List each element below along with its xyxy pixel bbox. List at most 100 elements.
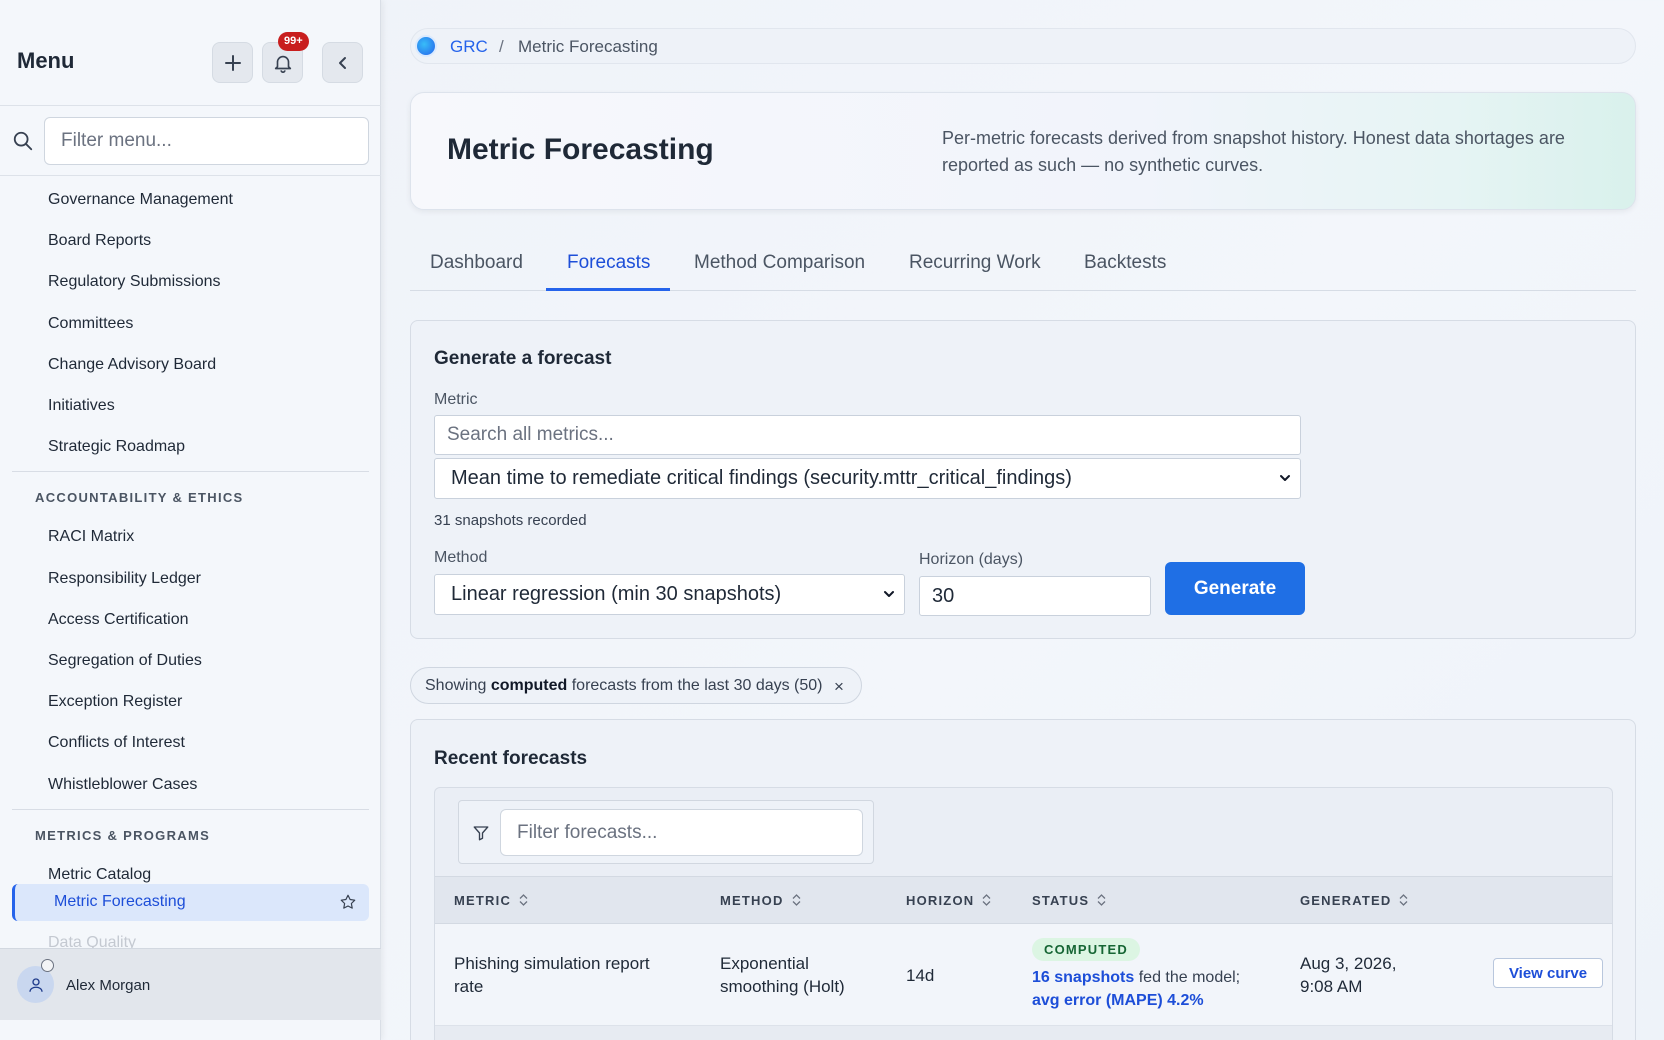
tab-forecasts[interactable]: Forecasts (567, 252, 650, 274)
sidebar-item-strategic-roadmap[interactable]: Strategic Roadmap (48, 438, 185, 456)
forecasts-table: METRIC METHOD HORIZON STATUS GENERATED P… (434, 787, 1613, 1040)
generate-forecast-title: Generate a forecast (434, 348, 612, 369)
tab-dashboard[interactable]: Dashboard (430, 252, 523, 274)
filter-menu-input[interactable] (44, 117, 369, 165)
active-tab-indicator (546, 288, 670, 291)
snapshot-count: 31 snapshots recorded (434, 512, 587, 529)
page-title: Metric Forecasting (447, 133, 714, 166)
sidebar-item-exception-register[interactable]: Exception Register (48, 693, 182, 711)
sidebar-item-regulatory-submissions[interactable]: Regulatory Submissions (48, 273, 221, 291)
sidebar-item-conflicts-of-interest[interactable]: Conflicts of Interest (48, 734, 185, 752)
sort-icon (519, 894, 528, 906)
sidebar-header: Menu 99+ (0, 0, 381, 106)
sidebar-item-metric-catalog[interactable]: Metric Catalog (48, 866, 151, 884)
page-description: Per-metric forecasts derived from snapsh… (942, 128, 1565, 175)
sort-icon (982, 894, 991, 906)
user-icon (28, 977, 43, 992)
plus-icon (224, 54, 241, 71)
sidebar-item-whistleblower-cases[interactable]: Whistleblower Cases (48, 776, 197, 794)
sidebar-item-metric-forecasting[interactable]: Metric Forecasting (12, 884, 369, 921)
collapse-sidebar-button[interactable] (322, 42, 363, 83)
metric-select-value: Mean time to remediate critical findings… (451, 467, 1072, 489)
column-header-status[interactable]: STATUS (1032, 893, 1106, 908)
filter-chip-text: Showing computed forecasts from the last… (425, 677, 823, 694)
filter-chip: Showing computed forecasts from the last… (410, 667, 862, 704)
method-select-value: Linear regression (min 30 snapshots) (451, 583, 782, 605)
sidebar-item-committees[interactable]: Committees (48, 315, 133, 333)
table-header: METRIC METHOD HORIZON STATUS GENERATED (435, 876, 1612, 924)
horizon-label: Horizon (days) (919, 551, 1024, 568)
sidebar-item-label: Metric Forecasting (54, 893, 186, 910)
gear-icon (41, 959, 54, 972)
chevron-left-icon (338, 56, 346, 69)
sidebar-item-segregation-of-duties[interactable]: Segregation of Duties (48, 652, 202, 670)
sidebar-divider (12, 471, 369, 473)
add-button[interactable] (212, 42, 253, 83)
cell-method: Exponential smoothing (Holt) (720, 954, 845, 996)
sort-icon (1400, 894, 1408, 906)
method-label: Method (434, 549, 488, 566)
filter-icon (473, 826, 489, 841)
sidebar-section-accountability-ethics: ACCOUNTABILITY & ETHICS (35, 490, 244, 506)
tab-recurring-work[interactable]: Recurring Work (909, 252, 1041, 274)
metric-select[interactable]: Mean time to remediate critical findings… (434, 458, 1301, 499)
sidebar-title: Menu (17, 48, 75, 73)
sidebar-section-metrics-programs: METRICS & PROGRAMS (35, 827, 211, 843)
breadcrumb-separator: / (499, 37, 504, 56)
cell-metric: Phishing simulation report rate (454, 954, 650, 996)
sidebar-item-raci-matrix[interactable]: RACI Matrix (48, 528, 134, 546)
sidebar-divider (12, 808, 369, 810)
snapshots-link[interactable]: 16 snapshots (1032, 969, 1134, 986)
column-header-metric[interactable]: METRIC (454, 893, 528, 908)
tab-method-comparison[interactable]: Method Comparison (694, 252, 865, 274)
sort-icon (792, 894, 800, 906)
chevron-down-icon (1280, 475, 1290, 481)
bell-icon (274, 55, 291, 73)
column-header-horizon[interactable]: HORIZON (906, 893, 991, 908)
sort-icon (1097, 894, 1106, 906)
metric-label: Metric (434, 391, 478, 408)
sidebar-item-governance-management[interactable]: Governance Management (48, 191, 233, 209)
generate-forecast-card: Generate a forecast Metric Mean time to … (410, 320, 1636, 639)
notification-badge: 99+ (278, 32, 309, 51)
column-header-method[interactable]: METHOD (720, 893, 801, 908)
close-icon[interactable]: × (834, 677, 844, 697)
filter-forecasts-input[interactable] (500, 809, 863, 856)
app-logo-icon (415, 35, 437, 57)
table-filter (458, 800, 874, 864)
cell-horizon: 14d (906, 966, 935, 985)
sidebar-item-responsibility-ledger[interactable]: Responsibility Ledger (48, 570, 201, 588)
chevron-down-icon (884, 591, 894, 597)
cell-generated: Aug 3, 2026, 9:08 AM (1300, 954, 1397, 996)
horizon-input[interactable] (919, 576, 1151, 616)
status-badge: COMPUTED (1032, 938, 1140, 961)
view-curve-button[interactable]: View curve (1493, 958, 1603, 988)
snapshots-suffix: fed the model; (1138, 969, 1241, 986)
table-row[interactable]: Phishing simulation report rate Exponent… (435, 924, 1612, 1026)
breadcrumb-grc-link[interactable]: GRC (450, 37, 488, 57)
metric-search-input[interactable] (434, 415, 1301, 455)
tab-bar: Dashboard Forecasts Method Comparison Re… (410, 246, 1636, 291)
generate-button[interactable]: Generate (1165, 562, 1305, 615)
sidebar-item-access-certification[interactable]: Access Certification (48, 611, 189, 629)
status-detail: 16 snapshots fed the model; avg error (M… (1032, 966, 1262, 1012)
column-header-generated[interactable]: GENERATED (1300, 893, 1408, 908)
recent-forecasts-card: Recent forecasts METRIC METHOD HORIZON S… (410, 719, 1636, 1040)
user-footer[interactable]: Alex Morgan (0, 948, 381, 1020)
page-header: Metric Forecasting Per-metric forecasts … (410, 92, 1636, 210)
sidebar-search (0, 106, 381, 176)
mape-link[interactable]: avg error (MAPE) 4.2% (1032, 992, 1204, 1009)
star-icon[interactable] (339, 893, 357, 911)
breadcrumb: GRC / Metric Forecasting (410, 28, 1636, 64)
sidebar: Menu 99+ Governance Management Board Repo… (0, 0, 381, 1040)
sidebar-item-change-advisory-board[interactable]: Change Advisory Board (48, 356, 216, 374)
sidebar-item-board-reports[interactable]: Board Reports (48, 232, 151, 250)
table-row (435, 1026, 1612, 1040)
sidebar-item-initiatives[interactable]: Initiatives (48, 397, 115, 415)
method-select[interactable]: Linear regression (min 30 snapshots) (434, 574, 905, 615)
user-name: Alex Morgan (66, 977, 151, 994)
breadcrumb-current: Metric Forecasting (518, 37, 658, 56)
recent-forecasts-title: Recent forecasts (434, 748, 588, 769)
tab-backtests[interactable]: Backtests (1084, 252, 1166, 274)
search-icon (13, 131, 33, 151)
